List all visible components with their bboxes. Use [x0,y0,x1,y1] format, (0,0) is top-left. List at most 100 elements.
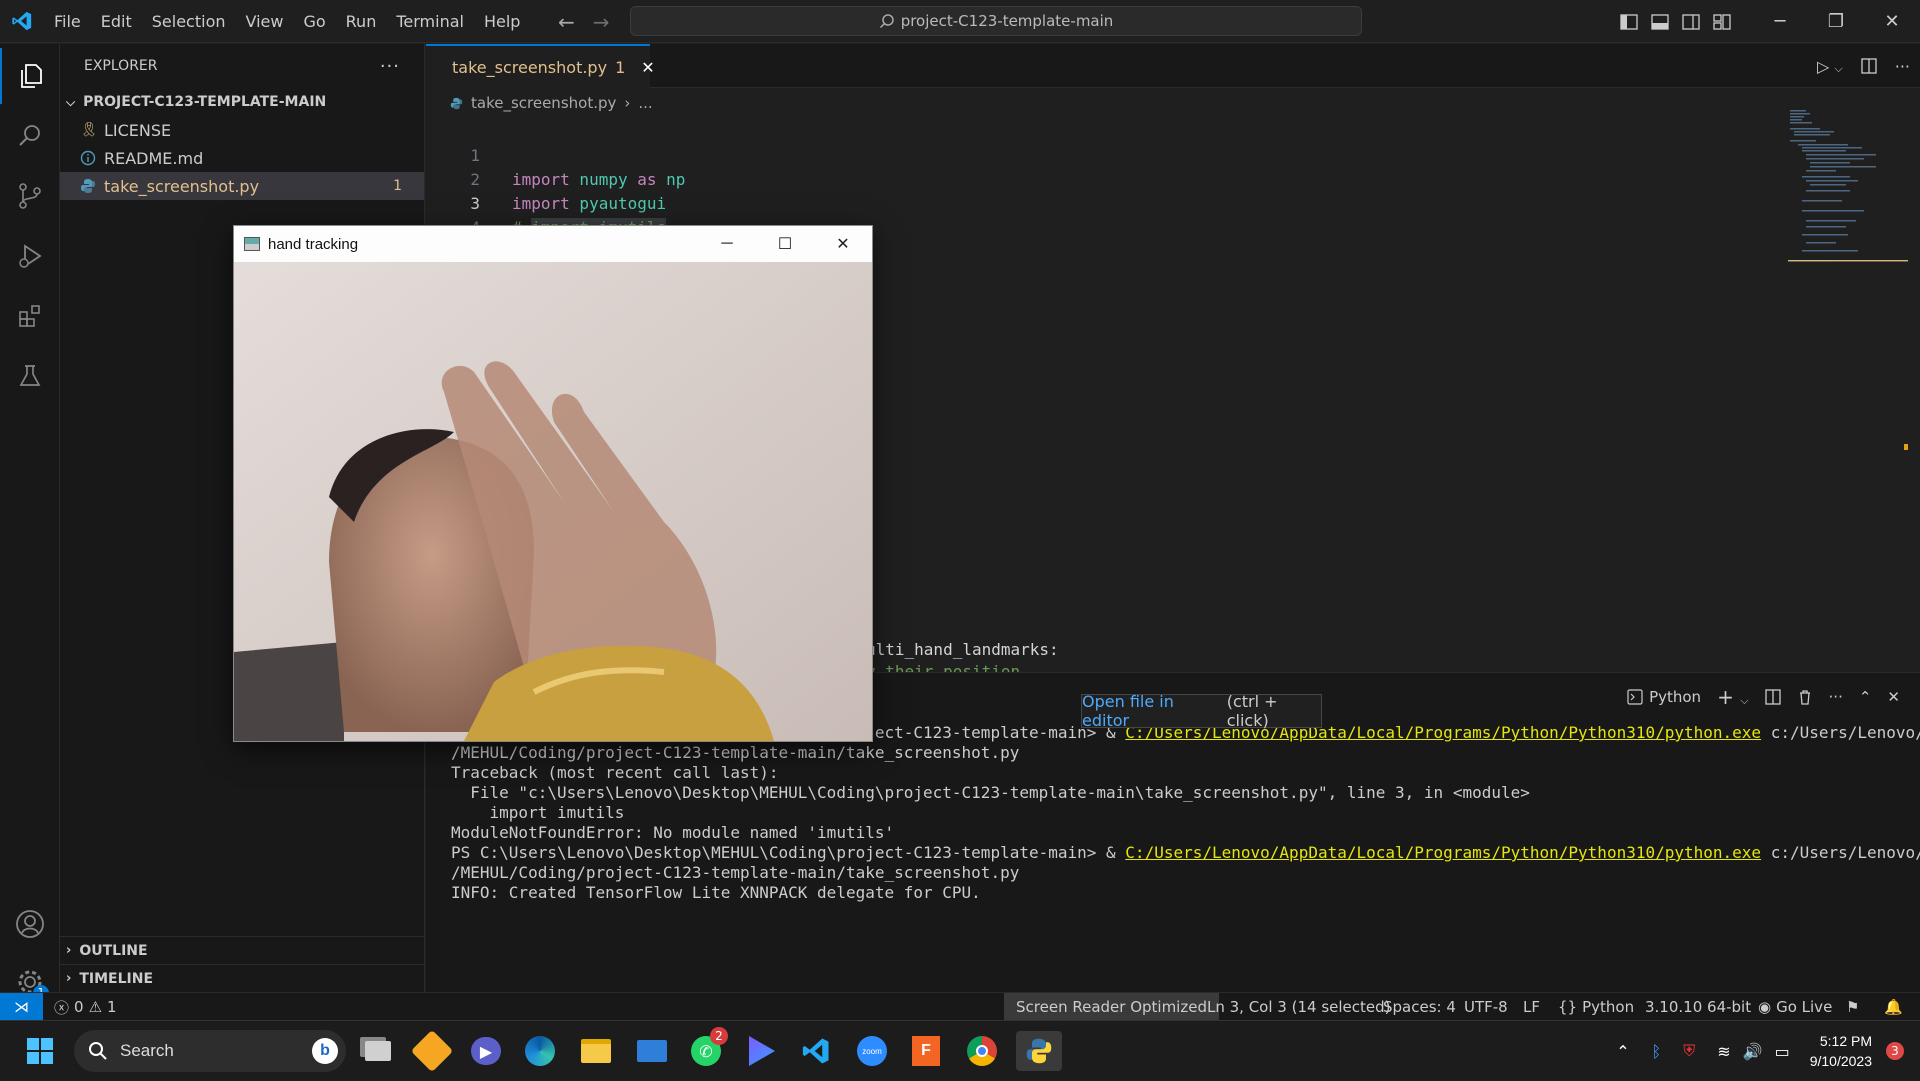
menu-selection[interactable]: Selection [142,0,236,43]
close-icon[interactable]: ✕ [814,226,872,262]
timeline-section[interactable]: › TIMELINE [60,964,425,992]
zoom-icon[interactable]: zoom [852,1031,892,1071]
volume-icon[interactable]: 🔊 [1743,1042,1763,1061]
battery-icon[interactable]: ▭ [1775,1042,1790,1061]
search-icon [89,1042,107,1060]
breadcrumb-more[interactable]: ... [638,94,652,112]
command-center[interactable]: project-C123-template-main [630,6,1362,36]
menu-view[interactable]: View [236,0,294,43]
chevron-up-icon[interactable]: ⌃ [1616,1042,1629,1061]
python-taskbar-icon[interactable] [1016,1031,1062,1071]
close-panel-icon[interactable]: ✕ [1887,688,1900,706]
notification-badge[interactable]: 3 [1886,1042,1904,1060]
maximize-panel-icon[interactable]: ⌃ [1859,688,1872,706]
encoding-status[interactable]: UTF-8 [1464,993,1508,1021]
restore-icon[interactable]: ❐ [1808,0,1864,43]
terminal-shell[interactable]: Python [1627,688,1701,706]
file-readme[interactable]: README.md [60,144,424,172]
windows-start-icon[interactable] [20,1031,60,1071]
tab-close-icon[interactable]: ✕ [641,58,654,77]
split-terminal-icon[interactable] [1764,689,1781,705]
toggle-primary-sidebar-icon[interactable] [1620,13,1638,30]
split-editor-icon[interactable] [1861,58,1877,74]
webcam-feed [234,262,872,741]
file-take-screenshot[interactable]: take_screenshot.py 1 [60,172,424,200]
toggle-secondary-sidebar-icon[interactable] [1682,13,1700,30]
error-icon: ⓧ [54,998,70,1017]
chrome-icon[interactable] [962,1031,1002,1071]
menu-help[interactable]: Help [474,0,530,43]
whatsapp-icon[interactable]: ✆ 2 [686,1027,728,1071]
vscode-taskbar-icon[interactable] [796,1031,836,1071]
breadcrumb-file[interactable]: take_screenshot.py [471,94,616,112]
new-terminal-icon[interactable]: + ⌵ [1717,685,1748,709]
project-folder[interactable]: ⌵ PROJECT-C123-TEMPLATE-MAIN [60,88,424,116]
code-line: 4 import cv2 [426,192,608,261]
terminal-shell-label: Python [1649,688,1702,706]
explorer-more-icon[interactable]: ··· [380,56,400,77]
windows-taskbar: Search b ▶ ✆ 2 zoom F ⌃ ᛒ ⛨ ≋ 🔊 ▭ 5:12 P… [0,1020,1920,1080]
interpreter-status[interactable]: 3.10.10 64-bit [1645,993,1751,1021]
edge-icon[interactable] [520,1031,560,1071]
shield-icon[interactable]: ⛨ [1683,1041,1695,1061]
hand-tracking-window[interactable]: hand tracking ─ ☐ ✕ [233,225,873,742]
explorer-header: EXPLORER ··· [60,44,424,88]
extensions-icon[interactable] [0,288,60,344]
language-status[interactable]: {} Python [1558,993,1634,1021]
copilot-icon[interactable] [742,1031,782,1071]
run-debug-icon[interactable] [0,228,60,284]
taskbar-search[interactable]: Search b [74,1030,346,1072]
task-view-icon[interactable] [358,1031,398,1071]
menu-run[interactable]: Run [336,0,387,43]
trash-icon[interactable] [1797,689,1813,705]
minimize-icon[interactable]: ─ [698,226,756,262]
close-icon[interactable]: ✕ [1864,0,1920,43]
system-tray: ⌃ ᛒ ⛨ ≋ 🔊 ▭ 5:12 PM 9/10/2023 3 [1616,1021,1920,1081]
menu-file[interactable]: File [44,0,91,43]
file-explorer-icon[interactable] [576,1031,616,1071]
screen-reader-status[interactable]: Screen Reader Optimized [1004,993,1219,1021]
forward-arrow-icon[interactable]: → [593,10,610,34]
menu-edit[interactable]: Edit [91,0,142,43]
tab-take-screenshot[interactable]: take_screenshot.py 1 ✕ [426,44,655,88]
go-live-status[interactable]: ◉ Go Live [1758,993,1832,1021]
cursor-position[interactable]: Ln 3, Col 3 (14 selected) [1207,993,1391,1021]
mail-icon[interactable] [632,1031,672,1071]
customize-layout-icon[interactable] [1713,13,1731,30]
bluetooth-icon[interactable]: ᛒ [1652,1042,1662,1061]
toggle-panel-icon[interactable] [1651,13,1669,30]
testing-icon[interactable] [0,348,60,404]
scroll-indicator [1904,444,1908,450]
app-icon-orange[interactable] [410,1029,454,1073]
foxit-icon[interactable]: F [906,1031,946,1071]
menu-terminal[interactable]: Terminal [386,0,474,43]
minimap[interactable] [1788,110,1908,270]
more-actions-icon[interactable]: ··· [1829,688,1843,706]
back-arrow-icon[interactable]: ← [558,10,575,34]
hand-tracking-titlebar[interactable]: hand tracking ─ ☐ ✕ [234,226,872,262]
taskbar-search-label: Search [120,1041,174,1060]
search-icon[interactable] [0,108,60,164]
notifications-bell-icon[interactable]: 🔔 [1884,993,1903,1021]
indentation-status[interactable]: Spaces: 4 [1383,993,1456,1021]
outline-section[interactable]: › OUTLINE [60,936,425,964]
accounts-icon[interactable] [0,896,60,952]
maximize-icon[interactable]: ☐ [756,226,814,262]
link-hover-tooltip: Open file in editor (ctrl + click) [1081,692,1322,730]
file-license[interactable]: 🎗 LICENSE [60,116,424,144]
more-actions-icon[interactable]: ··· [1895,57,1910,76]
run-python-file-icon[interactable]: ▷ ⌵ [1817,57,1843,76]
teams-chat-icon[interactable]: ▶ [466,1031,506,1071]
wifi-icon[interactable]: ≋ [1717,1042,1730,1061]
taskbar-clock[interactable]: 5:12 PM 9/10/2023 [1810,1031,1872,1071]
clock-date: 9/10/2023 [1809,1053,1872,1069]
explorer-icon[interactable] [0,48,60,104]
problems-status[interactable]: ⓧ 0 ⚠ 1 [54,993,117,1021]
eol-status[interactable]: LF [1523,993,1540,1021]
remote-icon[interactable]: ⋊ [0,993,43,1021]
source-control-icon[interactable] [0,168,60,224]
open-file-link[interactable]: Open file in editor [1082,692,1221,730]
minimize-icon[interactable]: ─ [1752,0,1808,43]
feedback-icon[interactable]: ⚑ [1846,993,1859,1021]
menu-go[interactable]: Go [293,0,335,43]
